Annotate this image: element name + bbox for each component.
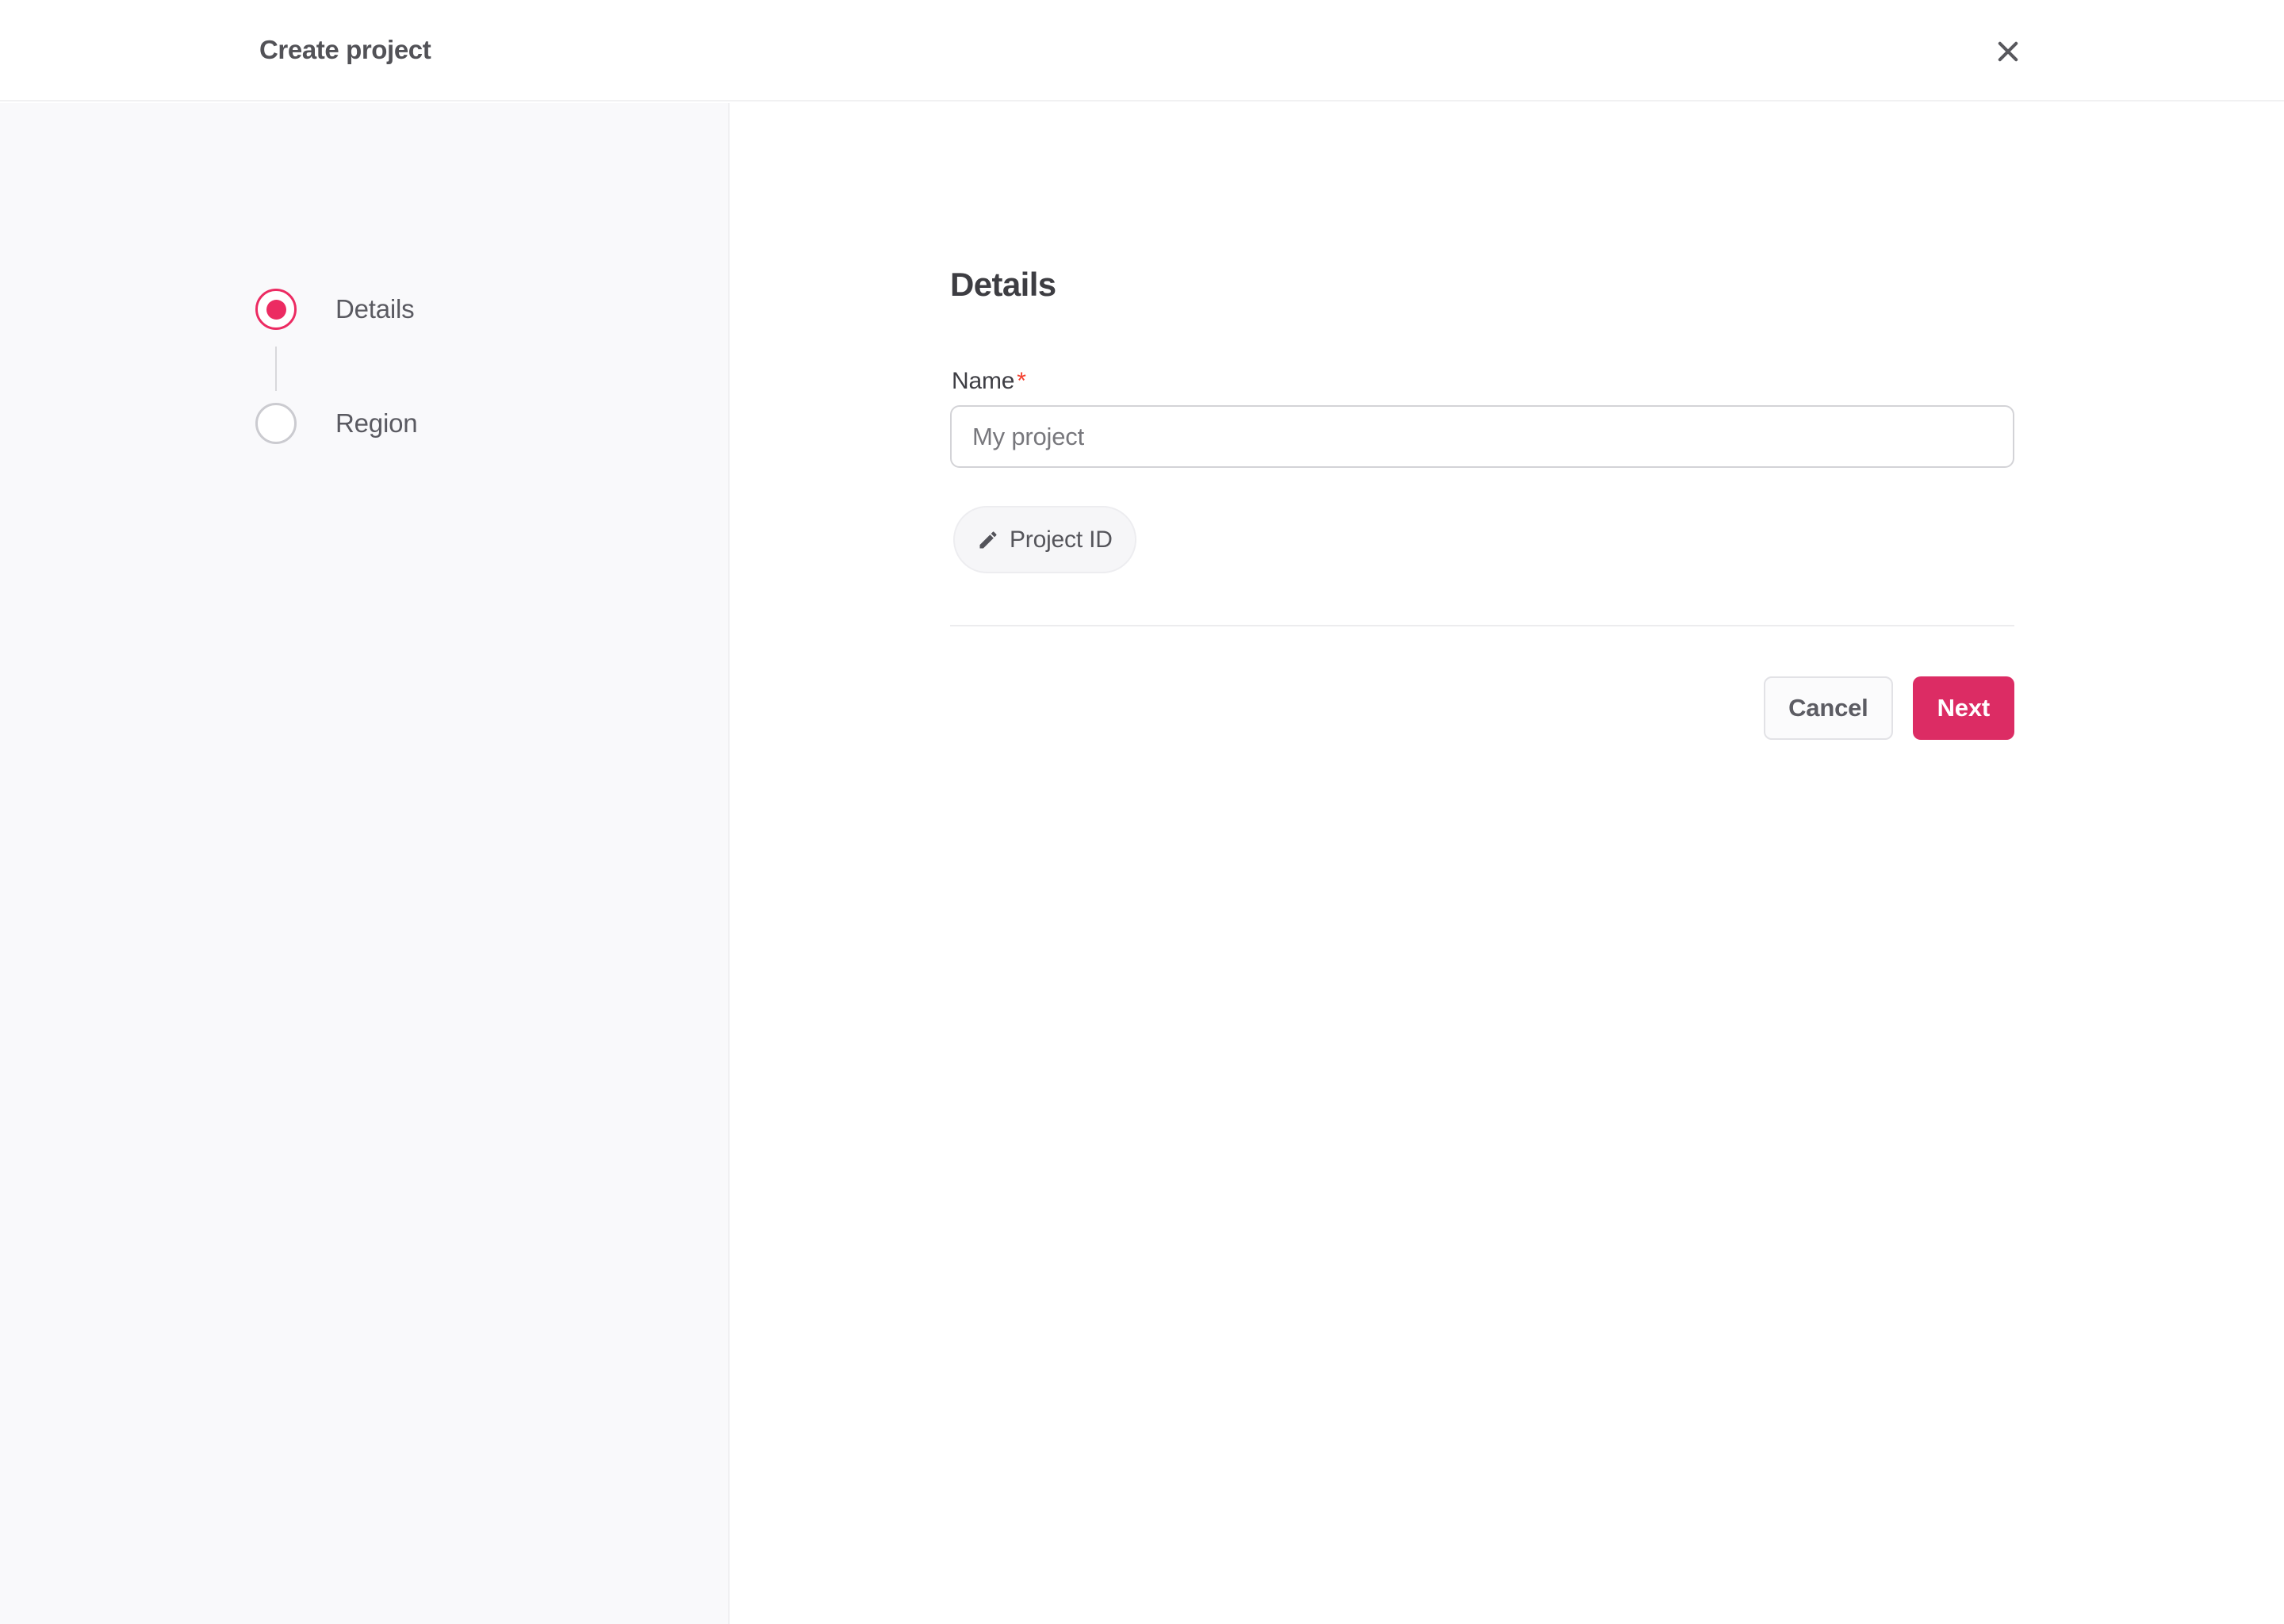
- project-id-button[interactable]: Project ID: [953, 506, 1136, 573]
- stepper-step-region[interactable]: Region: [255, 403, 418, 444]
- radio-selected-icon: [255, 289, 297, 330]
- actions-row: Cancel Next: [950, 676, 2014, 740]
- main-panel: Details Name* Project ID Cancel Next: [731, 103, 2284, 1624]
- form-divider: [950, 625, 2014, 626]
- stepper-sidebar: Details Region: [0, 103, 730, 1624]
- project-id-button-label: Project ID: [1010, 526, 1113, 553]
- section-heading: Details: [950, 266, 1056, 303]
- next-button[interactable]: Next: [1912, 676, 2014, 740]
- cancel-button[interactable]: Cancel: [1764, 676, 1893, 740]
- stepper-connector: [275, 347, 277, 391]
- radio-unselected-icon: [255, 403, 297, 444]
- header-bar: Create project: [0, 0, 2284, 102]
- required-asterisk: *: [1017, 368, 1026, 394]
- pencil-icon: [977, 529, 999, 551]
- name-label-text: Name: [952, 368, 1015, 394]
- step-label-region: Region: [335, 408, 418, 438]
- page-title: Create project: [259, 35, 431, 64]
- stepper-step-details[interactable]: Details: [255, 289, 415, 330]
- name-input[interactable]: [950, 405, 2014, 468]
- close-button[interactable]: [1984, 28, 2032, 75]
- name-label: Name *: [952, 368, 1026, 395]
- step-label-details: Details: [335, 294, 415, 324]
- close-icon: [1994, 37, 2022, 66]
